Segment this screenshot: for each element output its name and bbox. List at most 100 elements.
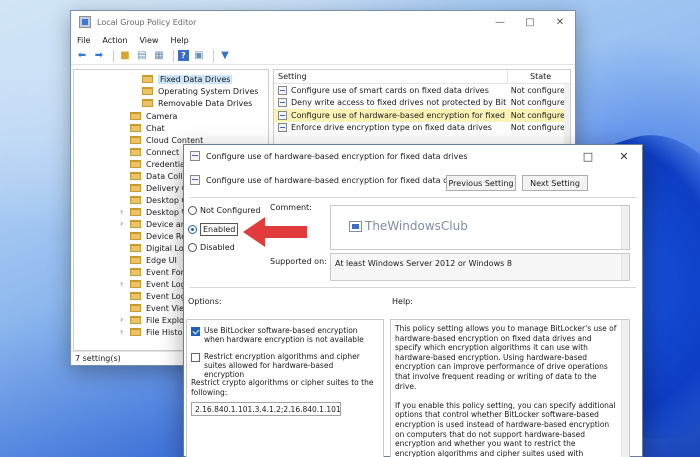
- tree-item-event-logging[interactable]: Event Logg: [130, 290, 191, 302]
- folder-icon: [130, 148, 141, 156]
- policy-icon: [278, 85, 287, 95]
- tree-item-event-viewer[interactable]: Event View: [130, 302, 190, 314]
- divider: [190, 197, 636, 198]
- expand-chevron-icon[interactable]: ›: [120, 207, 123, 216]
- up-folder-icon[interactable]: ■: [118, 49, 132, 63]
- expand-chevron-icon[interactable]: ›: [120, 315, 123, 324]
- maximize-icon[interactable]: □: [570, 150, 606, 163]
- list-header: Setting State: [274, 70, 570, 84]
- comment-textarea[interactable]: TheWindowsClub: [330, 205, 630, 250]
- back-arrow-icon[interactable]: ⬅: [75, 49, 89, 63]
- folder-icon: [130, 292, 141, 300]
- show-hide-tree-icon[interactable]: ▤: [135, 49, 149, 63]
- enabled-radio[interactable]: Enabled: [188, 223, 239, 236]
- tree-item-file-history[interactable]: File History: [130, 326, 190, 338]
- properties-icon[interactable]: ▣: [192, 49, 206, 63]
- tree-item-fixed-data-drives[interactable]: Fixed Data Drives: [142, 73, 233, 85]
- folder-icon: [130, 256, 141, 264]
- help-icon[interactable]: ?: [178, 50, 189, 61]
- toolbar: ⬅ ➡ ■ ▤ ▦ ? ▣ ▼: [71, 47, 575, 65]
- close-icon[interactable]: ✕: [606, 150, 642, 163]
- export-list-icon[interactable]: ▦: [152, 49, 166, 63]
- tree-item-chat[interactable]: Chat: [130, 122, 165, 134]
- policy-icon: [278, 98, 287, 108]
- forward-arrow-icon[interactable]: ➡: [92, 49, 106, 63]
- folder-icon: [130, 316, 141, 324]
- restrict-crypto-label: Restrict crypto algorithms or cipher sui…: [191, 378, 374, 397]
- maximize-icon[interactable]: □: [515, 17, 545, 28]
- gpe-title-bar: Local Group Policy Editor — □ ✕: [71, 11, 575, 33]
- divider: [190, 287, 636, 288]
- options-label: Options:: [188, 297, 222, 306]
- supported-on-field: At least Windows Server 2012 or Windows …: [330, 253, 630, 281]
- policy-icon: [278, 123, 287, 133]
- help-paragraph: This policy setting allows you to manage…: [395, 324, 617, 391]
- tree-item-connect[interactable]: Connect: [130, 146, 179, 158]
- folder-icon: [130, 172, 141, 180]
- dialog-title-bar: Configure use of hardware-based encrypti…: [184, 145, 642, 167]
- expand-chevron-icon[interactable]: ›: [120, 279, 123, 288]
- folder-icon: [130, 220, 141, 228]
- menu-file[interactable]: File: [77, 36, 90, 45]
- folder-icon: [142, 99, 153, 107]
- tree-item-device-and[interactable]: Device and: [130, 218, 191, 230]
- crypto-suites-input[interactable]: 2.16.840.1.101.3.4.1.2;2.16.840.1.101.3.…: [191, 402, 341, 416]
- menu-help[interactable]: Help: [170, 36, 188, 45]
- list-row[interactable]: Enforce drive encryption type on fixed d…: [274, 122, 570, 135]
- dialog-header: Configure use of hardware-based encrypti…: [190, 175, 467, 185]
- expand-chevron-icon[interactable]: ›: [120, 327, 123, 336]
- gpe-app-icon: [79, 16, 91, 28]
- folder-icon: [130, 124, 141, 132]
- dialog-header-label: Configure use of hardware-based encrypti…: [206, 175, 468, 185]
- folder-icon: [130, 328, 141, 336]
- folder-icon: [142, 87, 153, 95]
- supported-scrollbar[interactable]: [621, 254, 629, 280]
- menu-bar: File Action View Help: [71, 33, 575, 47]
- watermark: TheWindowsClub: [349, 219, 468, 233]
- tree-item-os-drives[interactable]: Operating System Drives: [142, 85, 258, 97]
- help-label: Help:: [392, 297, 413, 306]
- not-configured-radio[interactable]: Not Configured: [188, 206, 260, 215]
- list-row[interactable]: Configure use of smart cards on fixed da…: [274, 84, 570, 97]
- column-header-setting[interactable]: Setting: [274, 70, 508, 83]
- filter-icon[interactable]: ▼: [218, 49, 232, 63]
- folder-icon: [130, 280, 141, 288]
- policy-icon: [278, 110, 287, 120]
- tree-item-removable-drives[interactable]: Removable Data Drives: [142, 97, 252, 109]
- folder-icon: [130, 232, 141, 240]
- help-panel: This policy setting allows you to manage…: [390, 319, 630, 457]
- folder-icon: [130, 268, 141, 276]
- tree-item-camera[interactable]: Camera: [130, 110, 177, 122]
- folder-icon: [130, 208, 141, 216]
- use-software-encryption-checkbox[interactable]: Use BitLocker software-based encryption …: [191, 326, 371, 344]
- column-header-state[interactable]: State: [508, 72, 551, 81]
- tree-item-event-forwarding[interactable]: Event Forw: [130, 266, 191, 278]
- menu-view[interactable]: View: [139, 36, 158, 45]
- thewindowsclub-logo-icon: [349, 220, 362, 232]
- folder-icon: [130, 196, 141, 204]
- folder-icon: [130, 112, 141, 120]
- list-row-selected[interactable]: Configure use of hardware-based encrypti…: [274, 109, 570, 122]
- restrict-algorithms-checkbox[interactable]: Restrict encryption algorithms and ciphe…: [191, 352, 371, 379]
- minimize-icon[interactable]: —: [485, 17, 515, 28]
- policy-setting-dialog: Configure use of hardware-based encrypti…: [183, 144, 643, 457]
- help-paragraph: If you enable this policy setting, you c…: [395, 400, 616, 457]
- previous-setting-button[interactable]: Previous Setting: [446, 175, 516, 191]
- gpe-title: Local Group Policy Editor: [97, 17, 197, 27]
- help-scrollbar[interactable]: [621, 320, 629, 457]
- policy-icon: [190, 151, 200, 161]
- disabled-radio[interactable]: Disabled: [188, 243, 235, 252]
- list-row[interactable]: Deny write access to fixed drives not pr…: [274, 97, 570, 110]
- next-setting-button[interactable]: Next Setting: [522, 175, 588, 191]
- comment-label: Comment:: [270, 203, 312, 212]
- policy-icon: [190, 175, 200, 185]
- folder-icon: [130, 184, 141, 192]
- menu-action[interactable]: Action: [102, 36, 127, 45]
- expand-chevron-icon[interactable]: ›: [120, 219, 123, 228]
- folder-icon: [130, 160, 141, 168]
- folder-icon: [130, 136, 141, 144]
- tree-item-edge-ui[interactable]: Edge UI: [130, 254, 177, 266]
- comment-scrollbar[interactable]: [621, 206, 629, 249]
- folder-icon: [142, 75, 153, 83]
- close-icon[interactable]: ✕: [545, 17, 575, 28]
